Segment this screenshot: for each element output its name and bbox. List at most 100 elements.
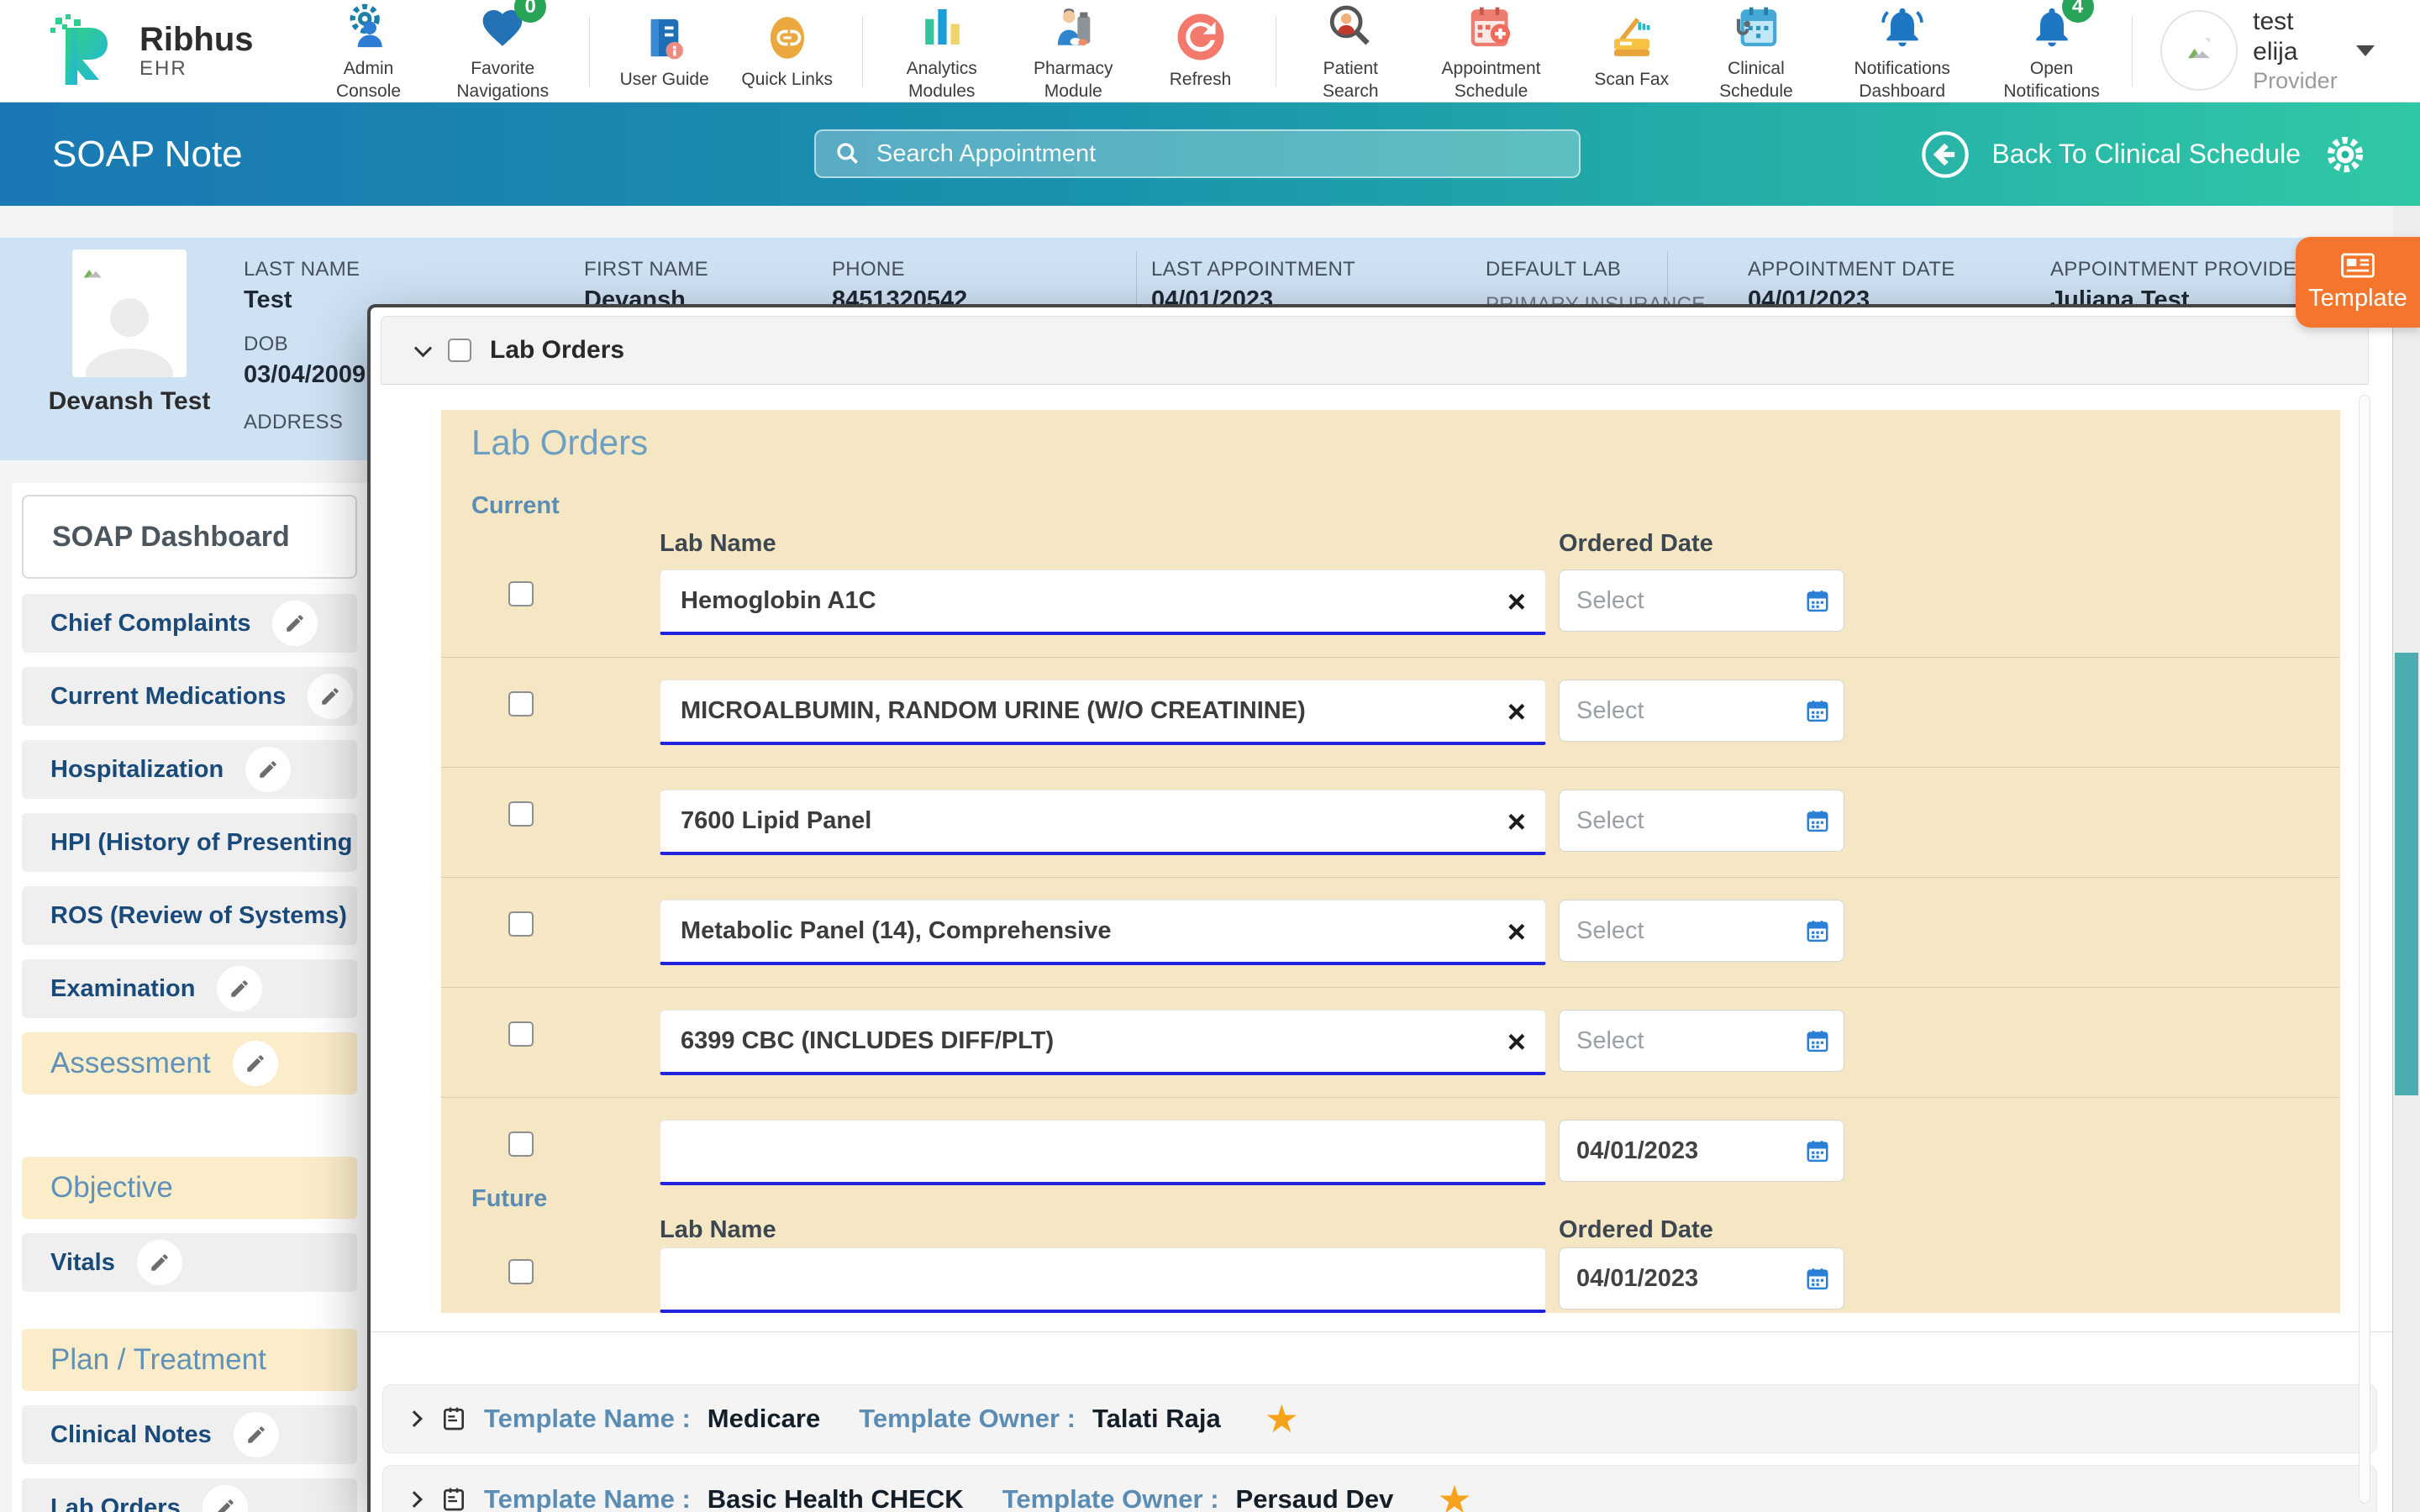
scan-fax-icon bbox=[1608, 13, 1655, 62]
clear-icon[interactable]: × bbox=[1507, 586, 1526, 618]
lab-row-checkbox[interactable] bbox=[508, 1259, 534, 1284]
sidebar-section-objective[interactable]: Objective bbox=[22, 1157, 357, 1219]
nav-appointment-schedule[interactable]: Appointment Schedule bbox=[1423, 0, 1558, 102]
template-name-value: Basic Health CHECK bbox=[708, 1484, 964, 1512]
template-row-medicare[interactable]: Template Name : Medicare Template Owner … bbox=[382, 1384, 2377, 1453]
back-to-clinical-schedule-link[interactable]: Back To Clinical Schedule bbox=[1991, 139, 2301, 170]
nav-favorite-navigations[interactable]: 0 Favorite Navigations bbox=[442, 0, 564, 102]
edit-pencil-icon[interactable] bbox=[272, 601, 318, 646]
nav-user-guide[interactable]: User Guide bbox=[615, 10, 714, 91]
chevron-right-icon[interactable] bbox=[406, 1410, 423, 1427]
sidebar-item-current-medications[interactable]: Current Medications bbox=[22, 667, 357, 726]
lab-name-input[interactable] bbox=[660, 1010, 1546, 1075]
modal-scrollbar-track[interactable] bbox=[2359, 395, 2370, 1504]
lab-name-input[interactable] bbox=[660, 790, 1546, 855]
ordered-date-picker[interactable]: Select bbox=[1559, 900, 1844, 962]
chevron-down-icon[interactable] bbox=[414, 339, 432, 357]
patient-name: Devansh Test bbox=[49, 387, 211, 416]
edit-pencil-icon[interactable] bbox=[308, 674, 353, 719]
panel-title: Lab Orders bbox=[471, 422, 2310, 464]
nav-label: Pharmacy Module bbox=[1019, 58, 1128, 102]
back-arrow-icon[interactable] bbox=[1921, 130, 1970, 179]
brand-logo[interactable]: Ribhus EHR bbox=[45, 11, 254, 92]
lab-row-checkbox[interactable] bbox=[508, 691, 534, 717]
edit-pencil-icon[interactable] bbox=[203, 1485, 248, 1512]
nav-clinical-schedule[interactable]: Clinical Schedule bbox=[1705, 0, 1807, 102]
column-ordered-date: Ordered Date bbox=[1559, 532, 1713, 556]
chevron-right-icon[interactable] bbox=[406, 1491, 423, 1508]
nav-label: Clinical Schedule bbox=[1705, 58, 1807, 102]
sidebar-item-vitals[interactable]: Vitals bbox=[22, 1233, 357, 1292]
nav-admin-console[interactable]: Admin Console bbox=[319, 0, 418, 102]
page-scrollbar-track[interactable] bbox=[2393, 206, 2420, 1512]
favorite-star-icon[interactable]: ★ bbox=[1437, 1480, 1471, 1512]
edit-pencil-icon[interactable] bbox=[233, 1041, 278, 1086]
sidebar-item-clinical-notes[interactable]: Clinical Notes bbox=[22, 1405, 357, 1464]
ordered-date-picker[interactable]: Select bbox=[1559, 790, 1844, 852]
lab-orders-section-checkbox[interactable] bbox=[448, 339, 471, 362]
sidebar-section-plan-treatment[interactable]: Plan / Treatment bbox=[22, 1329, 357, 1391]
lab-orders-panel: Lab Orders Current Lab Name Ordered Date… bbox=[441, 410, 2340, 1313]
edit-pencil-icon[interactable] bbox=[137, 1240, 182, 1285]
clear-icon[interactable]: × bbox=[1507, 1026, 1526, 1058]
clear-icon[interactable]: × bbox=[1507, 916, 1526, 948]
lab-name-input[interactable] bbox=[660, 900, 1546, 965]
lab-name-input[interactable] bbox=[660, 1247, 1546, 1313]
lab-name-input[interactable] bbox=[660, 1120, 1546, 1185]
nav-label: Admin Console bbox=[319, 58, 418, 102]
nav-notifications-dashboard[interactable]: Notifications Dashboard bbox=[1831, 0, 1973, 102]
nav-label: Refresh bbox=[1170, 69, 1232, 91]
lab-name-input[interactable] bbox=[660, 570, 1546, 635]
ordered-date-picker[interactable]: 04/01/2023 bbox=[1559, 1247, 1844, 1310]
lab-orders-modal: Lab Orders Lab Orders Current Lab Name O… bbox=[367, 304, 2393, 1512]
edit-pencil-icon[interactable] bbox=[217, 966, 262, 1011]
template-row-basic-health-check[interactable]: Template Name : Basic Health CHECK Templ… bbox=[382, 1465, 2377, 1512]
nav-label: Favorite Navigations bbox=[442, 58, 564, 102]
template-name-label: Template Name : bbox=[484, 1404, 691, 1434]
ordered-date-picker[interactable]: Select bbox=[1559, 1010, 1844, 1072]
clear-icon[interactable]: × bbox=[1507, 806, 1526, 838]
sidebar-item-lab-orders[interactable]: Lab Orders bbox=[22, 1478, 357, 1512]
ordered-date-picker[interactable]: Select bbox=[1559, 570, 1844, 632]
current-group-label: Current bbox=[471, 494, 2310, 518]
lab-name-input[interactable] bbox=[660, 680, 1546, 745]
sidebar-section-assessment[interactable]: Assessment bbox=[22, 1032, 357, 1095]
nav-open-notifications[interactable]: 4 Open Notifications bbox=[1996, 0, 2106, 102]
template-button[interactable]: Template bbox=[2296, 237, 2420, 328]
sidebar-item-hospitalization[interactable]: Hospitalization bbox=[22, 740, 357, 799]
nav-scan-fax[interactable]: Scan Fax bbox=[1582, 10, 1681, 91]
nav-analytics-modules[interactable]: Analytics Modules bbox=[887, 0, 996, 102]
patient-photo-block: Devansh Test bbox=[40, 249, 218, 416]
favorite-star-icon[interactable]: ★ bbox=[1265, 1399, 1299, 1438]
bar-chart-icon bbox=[918, 3, 965, 51]
page-scrollbar-thumb[interactable] bbox=[2395, 653, 2418, 1095]
ordered-date-picker[interactable]: Select bbox=[1559, 680, 1844, 742]
clear-icon[interactable]: × bbox=[1507, 696, 1526, 728]
lab-row-checkbox[interactable] bbox=[508, 801, 534, 827]
sidebar-item-ros[interactable]: ROS (Review of Systems) bbox=[22, 886, 357, 945]
nav-pharmacy-module[interactable]: Pharmacy Module bbox=[1019, 0, 1128, 102]
nav-patient-search[interactable]: Patient Search bbox=[1301, 0, 1400, 102]
ehr-screen: Ribhus EHR Admin Console 0 Favorite Navi… bbox=[0, 0, 2420, 1512]
sidebar-item-chief-complaints[interactable]: Chief Complaints bbox=[22, 594, 357, 653]
patient-col-lastname: LAST NAME Test DOB 03/04/2009 ADDRESS bbox=[244, 258, 366, 439]
divider bbox=[862, 16, 863, 87]
nav-quick-links[interactable]: Quick Links bbox=[738, 10, 837, 91]
ordered-date-picker[interactable]: 04/01/2023 bbox=[1559, 1120, 1844, 1182]
patient-photo[interactable] bbox=[72, 249, 187, 377]
nav-refresh[interactable]: Refresh bbox=[1151, 10, 1250, 91]
lab-row-checkbox[interactable] bbox=[508, 581, 534, 606]
edit-pencil-icon[interactable] bbox=[234, 1412, 279, 1457]
sidebar-item-hpi[interactable]: HPI (History of Presenting Illness) bbox=[22, 813, 357, 872]
search-appointment-input[interactable]: Search Appointment bbox=[814, 129, 1581, 178]
user-menu[interactable]: test elija Provider bbox=[2160, 7, 2375, 94]
sidebar-item-examination[interactable]: Examination bbox=[22, 959, 357, 1018]
edit-pencil-icon[interactable] bbox=[245, 747, 291, 792]
columns-header: Lab Name Ordered Date bbox=[471, 1218, 2310, 1242]
lab-row-checkbox[interactable] bbox=[508, 1131, 534, 1157]
settings-gear-icon[interactable] bbox=[2323, 132, 2368, 177]
lab-orders-collapse-bar[interactable]: Lab Orders bbox=[381, 316, 2369, 385]
avatar bbox=[2160, 10, 2238, 91]
lab-row-checkbox[interactable] bbox=[508, 1021, 534, 1047]
lab-row-checkbox[interactable] bbox=[508, 911, 534, 937]
